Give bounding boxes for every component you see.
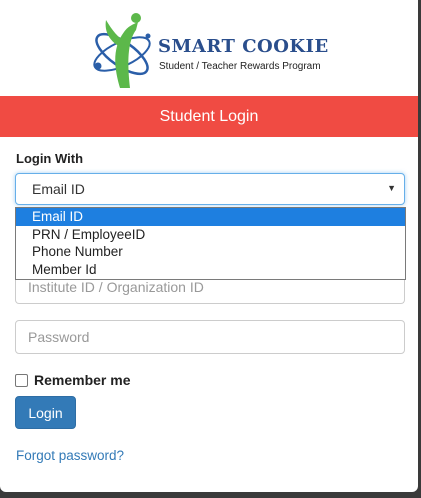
login-card: SMART COOKIE Student / Teacher Rewards P… — [0, 0, 418, 492]
login-button[interactable]: Login — [15, 396, 76, 429]
institute-id-placeholder: Institute ID / Organization ID — [28, 278, 204, 295]
remember-me-checkbox[interactable] — [15, 373, 28, 387]
brand-title: SMART COOKIE — [158, 36, 329, 57]
remember-me-label: Remember me — [34, 372, 131, 388]
forgot-password-link[interactable]: Forgot password? — [16, 448, 124, 463]
login-button-label: Login — [28, 404, 63, 421]
dropdown-option-member-id[interactable]: Member Id — [16, 261, 405, 279]
smart-cookie-logo-icon — [93, 13, 151, 88]
login-method-value: Email ID — [32, 181, 85, 197]
dropdown-option-phone-number[interactable]: Phone Number — [16, 243, 405, 261]
login-method-dropdown[interactable]: Email ID PRN / EmployeeID Phone Number M… — [15, 207, 406, 280]
remember-me: Remember me — [15, 372, 131, 388]
banner-title: Student Login — [159, 107, 259, 125]
chevron-down-icon: ▼ — [387, 183, 396, 193]
dropdown-option-prn-employee-id[interactable]: PRN / EmployeeID — [16, 226, 405, 244]
logo-header: SMART COOKIE Student / Teacher Rewards P… — [0, 0, 418, 96]
student-login-banner: Student Login — [0, 96, 418, 137]
dropdown-option-email-id[interactable]: Email ID — [16, 208, 405, 226]
password-placeholder: Password — [28, 329, 90, 345]
login-method-select[interactable]: Email ID ▼ — [15, 173, 405, 205]
brand-subtitle: Student / Teacher Rewards Program — [159, 61, 321, 72]
password-field[interactable]: Password — [15, 320, 405, 354]
login-with-label: Login With — [16, 151, 84, 166]
